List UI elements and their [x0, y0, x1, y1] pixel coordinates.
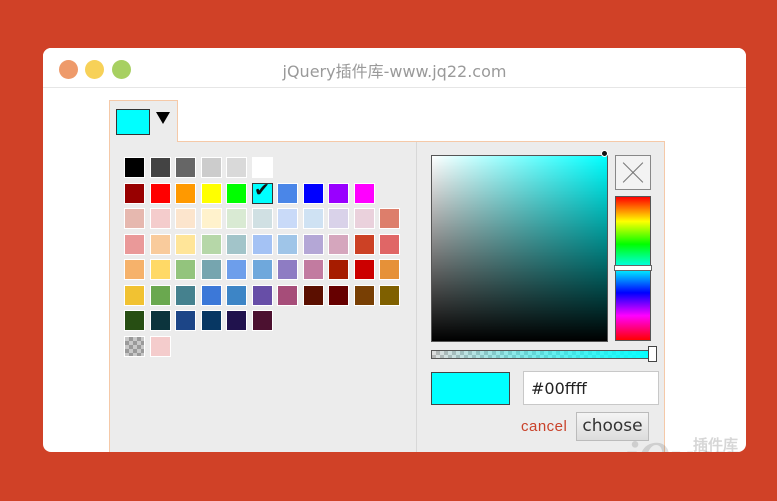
palette-swatch[interactable] [150, 285, 171, 306]
palette-swatch[interactable] [252, 285, 273, 306]
palette-swatch[interactable] [150, 310, 171, 331]
palette-swatch[interactable] [226, 259, 247, 280]
checkmark-icon: ✔ [254, 179, 270, 201]
palette-swatch[interactable] [124, 285, 145, 306]
panel-divider [416, 142, 417, 452]
palette-swatch[interactable] [124, 310, 145, 331]
palette-swatch[interactable] [252, 208, 273, 229]
saturation-value-handle[interactable] [601, 150, 608, 157]
alpha-slider-handle[interactable] [648, 346, 657, 362]
saturation-value-area[interactable] [431, 155, 608, 342]
palette-swatch[interactable] [201, 234, 222, 255]
palette-swatch[interactable] [328, 285, 349, 306]
palette-swatch[interactable] [252, 259, 273, 280]
palette-swatch[interactable] [379, 259, 400, 280]
palette-swatch[interactable] [303, 183, 324, 204]
palette-swatch[interactable] [277, 208, 298, 229]
palette-swatch[interactable] [303, 259, 324, 280]
palette-swatch[interactable] [175, 310, 196, 331]
palette-swatch[interactable] [201, 259, 222, 280]
palette-swatch[interactable] [226, 208, 247, 229]
palette-swatch[interactable] [252, 157, 273, 178]
palette-swatch[interactable] [124, 208, 145, 229]
palette-swatch[interactable] [354, 208, 375, 229]
palette-swatch[interactable] [150, 234, 171, 255]
palette-swatch[interactable] [150, 208, 171, 229]
palette-swatch[interactable] [150, 183, 171, 204]
hex-input[interactable] [523, 371, 659, 405]
palette-swatch[interactable] [328, 208, 349, 229]
palette-swatch[interactable] [226, 183, 247, 204]
color-preview [431, 372, 510, 405]
dropdown-arrow-icon [156, 112, 170, 124]
palette-swatch[interactable] [379, 234, 400, 255]
palette-swatch[interactable] [201, 183, 222, 204]
palette-swatch[interactable] [124, 183, 145, 204]
title-bar: jQuery插件库-www.jq22.com [43, 48, 746, 88]
palette-swatch[interactable] [252, 310, 273, 331]
transparent-swatch[interactable] [124, 336, 145, 357]
palette-swatch[interactable] [201, 208, 222, 229]
clear-color-button[interactable] [615, 155, 651, 190]
palette-swatch[interactable] [379, 208, 400, 229]
palette-swatch[interactable] [354, 285, 375, 306]
palette-swatch[interactable]: ✔ [252, 179, 273, 204]
palette-swatch[interactable] [201, 157, 222, 178]
palette-swatch[interactable] [303, 208, 324, 229]
palette-swatch[interactable] [226, 310, 247, 331]
palette-swatch[interactable] [150, 157, 171, 178]
palette-swatch[interactable] [379, 285, 400, 306]
palette-swatch[interactable] [303, 285, 324, 306]
palette-swatch[interactable] [277, 285, 298, 306]
palette-swatch[interactable] [277, 259, 298, 280]
alpha-slider[interactable] [431, 350, 655, 359]
palette-swatch[interactable] [175, 259, 196, 280]
palette-swatch[interactable] [328, 234, 349, 255]
color-picker-panel: cancel choose ✔ [109, 141, 665, 452]
palette-swatch[interactable] [175, 234, 196, 255]
selected-color-swatch [116, 109, 150, 135]
palette-swatch[interactable] [150, 259, 171, 280]
palette-swatch[interactable] [201, 285, 222, 306]
palette-swatch[interactable] [175, 208, 196, 229]
palette-swatch[interactable] [354, 183, 375, 204]
hue-slider-handle[interactable] [614, 265, 652, 271]
palette-swatch[interactable] [354, 259, 375, 280]
watermark-logo-sub: 插件库 [693, 437, 739, 452]
palette-swatch[interactable] [226, 234, 247, 255]
palette-swatch[interactable] [124, 259, 145, 280]
color-picker-trigger[interactable] [109, 100, 178, 142]
palette-swatch[interactable] [328, 183, 349, 204]
palette-swatch[interactable] [175, 157, 196, 178]
palette-swatch[interactable] [124, 234, 145, 255]
cancel-link[interactable]: cancel [521, 418, 567, 435]
palette-swatch[interactable] [277, 183, 298, 204]
palette-swatch[interactable] [175, 183, 196, 204]
window-title: jQuery插件库-www.jq22.com [282, 62, 507, 81]
palette-swatch[interactable] [226, 157, 247, 178]
palette-swatch[interactable] [226, 285, 247, 306]
palette-swatch[interactable] [354, 234, 375, 255]
palette-swatch[interactable] [175, 285, 196, 306]
palette-swatch[interactable] [328, 259, 349, 280]
browser-window: jQuery插件库-www.jq22.com cancel choose ✔ j… [43, 48, 746, 452]
palette-swatch[interactable] [124, 157, 145, 178]
palette-swatch[interactable] [252, 234, 273, 255]
palette-swatch[interactable] [201, 310, 222, 331]
palette-swatch[interactable] [303, 234, 324, 255]
palette-swatch[interactable] [277, 234, 298, 255]
palette-swatch[interactable] [150, 336, 171, 357]
